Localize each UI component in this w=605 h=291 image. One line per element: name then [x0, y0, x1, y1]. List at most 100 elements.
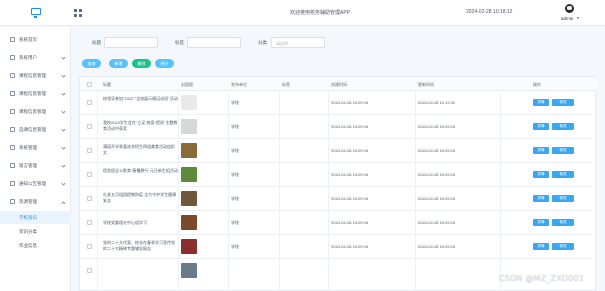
list-icon [10, 127, 15, 132]
sidebar-item-label: 系统管理 [19, 144, 37, 150]
row-unit: 学校 [231, 196, 239, 201]
row-checkbox[interactable] [87, 100, 92, 105]
news-table: 标题 封面图 发布单位 标签 创建时间 更新时间 操作 校领导参加"2022""… [79, 76, 597, 291]
filter-title-label: 标题 [92, 40, 101, 45]
table-row[interactable]: 党的二十大代表、校长在春季学习宣传党的二十大精神专题辅导报告 学校 2024-0… [80, 235, 597, 259]
detail-button[interactable]: 详情 [533, 123, 549, 130]
message-icon [10, 163, 15, 168]
sidebar-item-course-2[interactable]: 课程信息管理 [0, 87, 71, 101]
edit-button[interactable]: 修改 [552, 195, 574, 202]
column-header-title[interactable]: 标题 [103, 82, 111, 88]
sidebar-item-users[interactable]: 系统用户 [0, 51, 71, 65]
sidebar-item-label: 留言管理 [19, 162, 37, 168]
sidebar-item-label: 系统用户 [19, 54, 37, 60]
monitor-icon [31, 8, 41, 18]
sidebar-subitem-label: 资讯分类 [19, 228, 37, 234]
sidebar-item-label: 系统首页 [19, 36, 37, 42]
delete-button[interactable]: 删除 [132, 59, 151, 68]
edit-button[interactable]: 修改 [552, 147, 574, 154]
cover-thumbnail [181, 215, 197, 230]
table-header: 标题 封面图 发布单位 标签 创建时间 更新时间 操作 [80, 77, 597, 91]
sidebar-item-label: 资源管理 [19, 198, 37, 204]
edit-button[interactable]: 修改 [552, 219, 574, 226]
avatar[interactable] [565, 4, 574, 13]
detail-button[interactable]: 详情 [533, 195, 549, 202]
select-all-checkbox[interactable] [87, 81, 92, 87]
row-checkbox[interactable] [87, 124, 92, 129]
home-icon [10, 37, 15, 42]
book-icon [10, 73, 15, 78]
sidebar-item-course-3[interactable]: 课程信息管理 [0, 105, 71, 119]
sidebar-subitem-label: 作业信息 [19, 242, 37, 248]
sidebar-item-selection[interactable]: 选课信息管理 [0, 123, 71, 137]
table-row[interactable]: 我校2023学生会在"立足·修身·提质"主题教育活动中获奖 学校 2024-02… [80, 115, 597, 139]
detail-button[interactable]: 详情 [533, 243, 549, 250]
row-updated: 2024-02-28 10:09:15 [418, 148, 456, 153]
column-header-updated[interactable]: 更新时间 [418, 82, 434, 88]
row-checkbox[interactable] [87, 196, 92, 201]
row-title: 扎紧五月组园提携防疫 全力守护学生健康安全 [103, 192, 177, 203]
row-unit: 学校 [231, 244, 239, 249]
table-row[interactable]: 扎紧五月组园提携防疫 全力守护学生健康安全 学校 2024-02-28 10:0… [80, 187, 597, 211]
row-created: 2024-02-28 10:09:15 [331, 100, 369, 105]
edit-button[interactable]: 修改 [552, 171, 574, 178]
row-checkbox[interactable] [87, 244, 92, 249]
tag-search-input[interactable] [187, 37, 241, 48]
sidebar-item-home[interactable]: 系统首页 [0, 33, 71, 47]
search-button[interactable]: 查询 [82, 59, 101, 68]
chevron-down-icon[interactable] [577, 17, 579, 19]
row-unit: 学校 [231, 124, 239, 129]
stats-button[interactable]: 统计 [155, 59, 174, 68]
sidebar-item-course-1[interactable]: 课程信息管理 [0, 69, 71, 83]
row-title: 满园开学季喜欢求招生四组美食活动组织文 [103, 144, 175, 155]
main-content: 标题 标签 分类 请选择 查询 新增 删除 统计 标题 封面图 发布单位 标签 [75, 30, 599, 291]
cover-thumbnail [181, 95, 197, 110]
detail-button[interactable]: 详情 [533, 171, 549, 178]
table-row[interactable]: 校领导参加"2022""全校展示植培训班"活动 学校 2024-02-28 10… [80, 91, 597, 115]
column-header-created[interactable]: 创建时间 [331, 82, 347, 88]
edit-button[interactable]: 修改 [552, 99, 574, 106]
detail-button[interactable]: 详情 [533, 99, 549, 106]
row-checkbox[interactable] [87, 220, 92, 225]
row-updated: 2024-02-28 10:09:15 [418, 196, 456, 201]
edit-button[interactable]: 修改 [552, 243, 574, 250]
add-button[interactable]: 新增 [109, 59, 128, 68]
sidebar-item-label: 选课信息管理 [19, 126, 46, 132]
chevron-down-icon [61, 91, 66, 96]
row-checkbox[interactable] [87, 172, 92, 177]
column-header-cover: 封面图 [181, 81, 193, 87]
menu-grid-icon[interactable] [74, 9, 82, 17]
row-updated: 2024-02-28 10:09:15 [418, 172, 456, 177]
header-datetime: 2024-02-28 10:18:12 [466, 9, 513, 15]
sidebar-item-system[interactable]: 系统管理 [0, 141, 71, 155]
table-row[interactable]: 满园开学季喜欢求招生四组美食活动组织文 学校 2024-02-28 10:09:… [80, 139, 597, 163]
sidebar-subitem-school-news[interactable]: 学校资讯 [0, 211, 71, 224]
sidebar-item-notices[interactable]: 通知公告管理 [0, 177, 71, 191]
category-select[interactable]: 请选择 [271, 37, 325, 48]
watermark: CSDN @MZ_ZXD001 [499, 274, 585, 283]
cover-thumbnail [181, 263, 197, 278]
filter-category-label: 分类 [258, 40, 267, 45]
chevron-up-icon [61, 201, 66, 206]
sidebar-item-messages[interactable]: 留言管理 [0, 159, 71, 173]
chevron-down-icon [61, 73, 66, 78]
sidebar-subitem-homework[interactable]: 作业信息 [0, 239, 71, 252]
column-header-unit[interactable]: 发布单位 [231, 82, 247, 88]
row-created: 2024-02-28 10:09:15 [331, 148, 369, 153]
table-row[interactable]: 学校党委理论中心组学习 学校 2024-02-28 10:09:15 2024-… [80, 211, 597, 235]
detail-button[interactable]: 详情 [533, 219, 549, 226]
detail-button[interactable]: 详情 [533, 147, 549, 154]
sidebar-item-resources[interactable]: 资源管理 [0, 195, 71, 209]
username[interactable]: admin [561, 16, 573, 21]
column-header-tag[interactable]: 标签 [282, 82, 290, 88]
edit-button[interactable]: 修改 [552, 123, 574, 130]
app-root: 欢迎使用校务辅助管理APP 2024-02-28 10:18:12 admin … [0, 0, 605, 291]
title-search-input[interactable] [104, 37, 158, 48]
row-checkbox[interactable] [87, 148, 92, 153]
row-checkbox[interactable] [87, 268, 92, 273]
table-row[interactable]: 宿舍园全义影育"春播耕行"元旦新生组活动 学校 2024-02-28 10:09… [80, 163, 597, 187]
sidebar-subitem-news-category[interactable]: 资讯分类 [0, 225, 71, 238]
chevron-down-icon [61, 145, 66, 150]
chevron-down-icon [61, 109, 66, 114]
row-created: 2024-02-28 10:09:15 [331, 220, 369, 225]
